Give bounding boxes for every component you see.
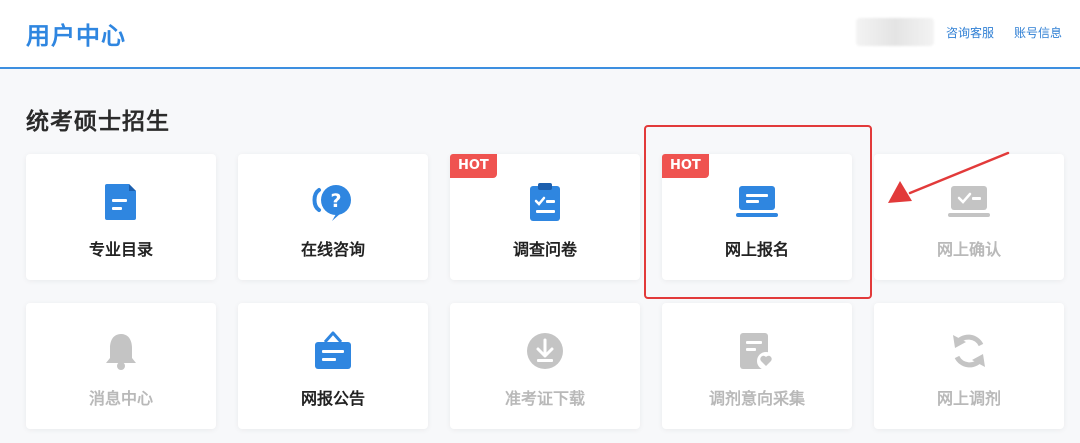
tile-major-catalog[interactable]: 专业目录 bbox=[26, 154, 216, 280]
tile-label: 消息中心 bbox=[88, 389, 153, 408]
section-title: 统考硕士招生 bbox=[26, 109, 170, 135]
hot-badge: HOT bbox=[450, 154, 497, 178]
pointer-arrow-icon bbox=[888, 151, 1010, 203]
svg-text:?: ? bbox=[330, 190, 341, 212]
clipboard-check-icon bbox=[530, 183, 560, 221]
tile-message-center[interactable]: 消息中心 bbox=[26, 303, 216, 429]
tile-adjustment-intent[interactable]: 调剂意向采集 bbox=[662, 303, 852, 429]
top-header: 用户中心 咨询客服 账号信息 bbox=[0, 0, 1080, 69]
tile-label: 调查问卷 bbox=[512, 240, 577, 259]
tile-label: 网上调剂 bbox=[936, 389, 1001, 408]
consult-service-link[interactable]: 咨询客服 bbox=[946, 24, 994, 41]
tile-label: 在线咨询 bbox=[300, 240, 365, 259]
tile-online-consult[interactable]: ? 在线咨询 bbox=[238, 154, 428, 280]
tile-online-adjustment[interactable]: 网上调剂 bbox=[874, 303, 1064, 429]
page-title: 用户中心 bbox=[26, 22, 126, 50]
tile-label: 网上确认 bbox=[936, 240, 1001, 259]
laptop-form-icon bbox=[736, 186, 778, 217]
tile-label: 网报公告 bbox=[300, 389, 365, 408]
tile-label: 准考证下载 bbox=[504, 389, 585, 408]
tile-label: 调剂意向采集 bbox=[708, 389, 805, 408]
question-chat-icon: ? bbox=[312, 185, 351, 221]
tile-label: 专业目录 bbox=[88, 240, 153, 259]
account-info-link[interactable]: 账号信息 bbox=[1014, 24, 1062, 41]
tile-survey[interactable]: HOT 调查问卷 bbox=[450, 154, 640, 280]
tile-label: 网上报名 bbox=[724, 240, 789, 259]
user-name-blurred bbox=[856, 18, 934, 46]
hot-badge: HOT bbox=[662, 154, 709, 178]
tile-admission-ticket-download[interactable]: 准考证下载 bbox=[450, 303, 640, 429]
tile-online-registration[interactable]: HOT 网上报名 bbox=[662, 154, 852, 280]
notice-board-icon bbox=[315, 331, 351, 369]
refresh-icon bbox=[953, 334, 985, 368]
download-icon bbox=[527, 333, 563, 369]
document-icon bbox=[105, 184, 136, 220]
bell-icon bbox=[106, 334, 136, 370]
document-heart-icon bbox=[740, 333, 775, 370]
main-content: 统考硕士招生 专业目录 ? 在线咨询 HOT 调查问卷 HOT 网上报名 网上确… bbox=[0, 69, 1080, 443]
tile-registration-notice[interactable]: 网报公告 bbox=[238, 303, 428, 429]
